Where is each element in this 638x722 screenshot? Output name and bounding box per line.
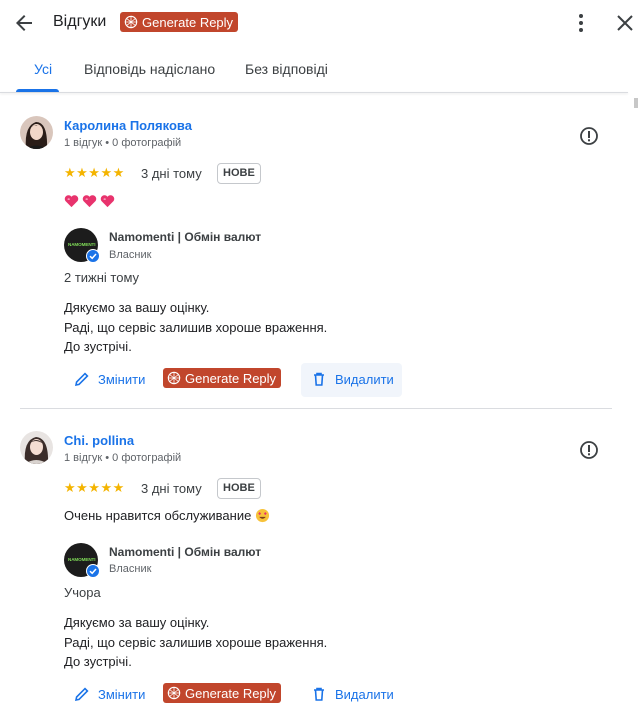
reviewer-name[interactable]: Каролина Полякова — [64, 118, 192, 133]
generate-reply-button[interactable]: Generate Reply — [163, 683, 282, 703]
tab-replied[interactable]: Відповідь надіслано — [84, 61, 215, 77]
review-text-content: Очень нравится обслуживание — [64, 508, 252, 523]
tab-all[interactable]: Усі — [34, 61, 52, 77]
avatar — [20, 116, 53, 149]
report-icon[interactable] — [579, 440, 599, 460]
reply-line: До зустрічі. — [64, 339, 132, 354]
owner-role: Власник — [109, 563, 152, 575]
owner-name: Namomenti | Обмін валют — [109, 545, 262, 559]
reply-date: 2 тижні тому — [64, 270, 140, 285]
delete-label: Видалити — [335, 686, 394, 702]
heart-icon — [64, 195, 79, 208]
reviewer-meta: 1 відгук • 0 фотографій — [64, 137, 182, 149]
globe-icon — [167, 686, 181, 700]
new-badge: НОВЕ — [217, 163, 261, 184]
reply-text: Дякуємо за вашу оцінку. Раді, що сервіс … — [64, 613, 327, 672]
delete-label: Видалити — [335, 371, 394, 387]
reply-line: Раді, що сервіс залишив хороше враження. — [64, 319, 328, 335]
tab-unanswered[interactable]: Без відповіді — [245, 61, 328, 77]
reply-date: Учора — [64, 585, 101, 600]
delete-reply-button[interactable]: Видалити — [311, 371, 394, 387]
reply-line: До зустрічі. — [64, 654, 132, 669]
reviewer-meta: 1 відгук • 0 фотографій — [64, 452, 182, 464]
avatar — [20, 431, 53, 464]
pencil-icon — [74, 687, 89, 702]
delete-reply-button[interactable]: Видалити — [311, 686, 394, 702]
trash-icon — [314, 372, 324, 386]
back-arrow-icon[interactable] — [12, 11, 36, 35]
heart-icon — [100, 195, 115, 208]
globe-icon — [167, 371, 181, 385]
owner-role: Власник — [109, 249, 152, 261]
owner-logo: NAMOMENTI — [68, 557, 96, 562]
generate-reply-button[interactable]: Generate Reply — [163, 368, 282, 388]
owner-logo: NAMOMENTI — [68, 242, 96, 247]
reply-line: Дякуємо за вашу оцінку. — [64, 300, 210, 315]
star-rating: ★★★★★ — [64, 165, 125, 180]
top-bar: Відгуки Generate Reply — [0, 0, 638, 46]
verified-icon — [86, 564, 100, 578]
owner-name: Namomenti | Обмін валют — [109, 230, 262, 244]
edit-label: Змінити — [98, 686, 146, 702]
report-icon[interactable] — [579, 126, 599, 146]
review-text — [64, 194, 115, 208]
tabs-divider — [0, 92, 628, 93]
heart-icon — [82, 195, 97, 208]
reply-text: Дякуємо за вашу оцінку. Раді, що сервіс … — [64, 298, 327, 357]
edit-reply-button[interactable]: Змінити — [74, 686, 145, 702]
heart-eyes-icon — [256, 508, 270, 523]
owner-avatar: NAMOMENTI — [64, 543, 100, 578]
generate-reply-label: Generate Reply — [142, 14, 234, 30]
generate-reply-label: Generate Reply — [185, 685, 277, 701]
globe-icon — [124, 15, 138, 29]
review-date: 3 дні тому — [141, 166, 202, 181]
reviewer-name[interactable]: Chi. pollina — [64, 433, 134, 448]
pencil-icon — [74, 372, 89, 387]
generate-reply-button-header[interactable]: Generate Reply — [120, 12, 239, 32]
reply-line: Дякуємо за вашу оцінку. — [64, 615, 210, 630]
verified-icon — [86, 249, 100, 263]
close-icon[interactable] — [614, 12, 636, 34]
trash-icon — [314, 687, 324, 701]
edit-reply-button[interactable]: Змінити — [74, 371, 145, 387]
edit-label: Змінити — [98, 371, 146, 387]
reply-line: Раді, що сервіс залишив хороше враження. — [64, 634, 328, 650]
more-vert-icon[interactable] — [571, 11, 591, 35]
review-tabs: Усі Відповідь надіслано Без відповіді — [0, 46, 638, 92]
star-rating: ★★★★★ — [64, 480, 125, 495]
review-divider — [20, 408, 612, 409]
review-text: Очень нравится обслуживание — [64, 508, 270, 523]
review-date: 3 дні тому — [141, 481, 202, 496]
page-title: Відгуки — [53, 13, 107, 30]
scrollbar[interactable] — [634, 98, 638, 108]
owner-avatar: NAMOMENTI — [64, 228, 100, 263]
new-badge: НОВЕ — [217, 478, 261, 499]
generate-reply-label: Generate Reply — [185, 370, 277, 386]
